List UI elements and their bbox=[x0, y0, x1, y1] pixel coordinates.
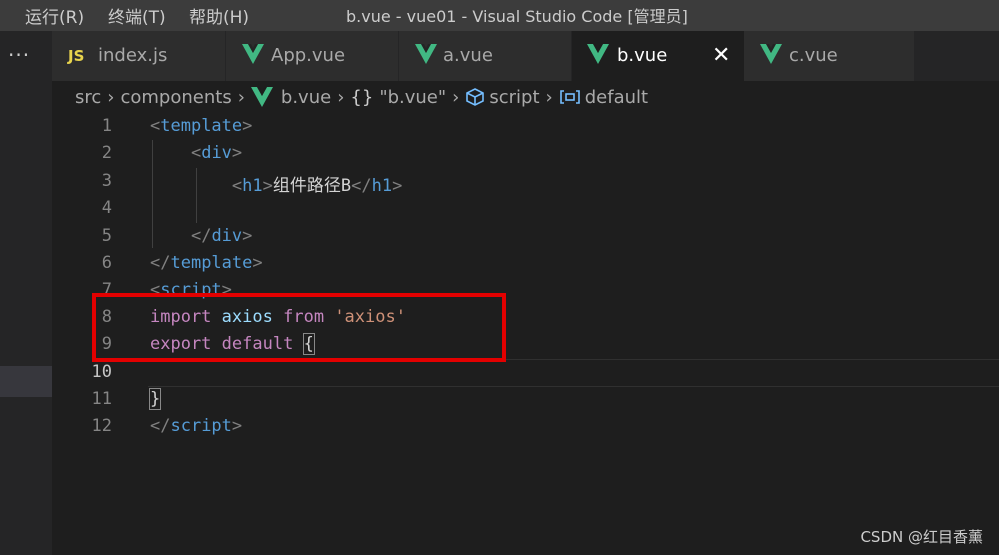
code-line[interactable]: 3 <h1>组件路径B</h1> bbox=[52, 168, 999, 196]
line-number: 5 bbox=[101, 226, 112, 246]
tab-label: a.vue bbox=[443, 45, 493, 66]
vue-file-icon bbox=[250, 87, 273, 107]
code-line[interactable]: 2 <div> bbox=[52, 140, 999, 167]
line-number: 2 bbox=[101, 143, 112, 163]
activity-selected-item[interactable] bbox=[0, 366, 52, 397]
code-text: } bbox=[148, 388, 162, 410]
tab-label: b.vue bbox=[617, 45, 668, 66]
code-line[interactable]: 1 <template> bbox=[52, 113, 999, 140]
activity-bar: ··· bbox=[0, 31, 52, 555]
tab-b-vue[interactable]: b.vue ✕ bbox=[572, 31, 744, 81]
vue-file-icon bbox=[587, 44, 609, 64]
code-text: <div> bbox=[190, 143, 243, 163]
javascript-file-icon: JS bbox=[68, 47, 85, 65]
object-braces-icon: {} bbox=[350, 86, 374, 108]
breadcrumb-src[interactable]: src bbox=[75, 87, 101, 108]
menu-run[interactable]: 运行(R) bbox=[25, 3, 84, 28]
editor-tabs: JS index.js App.vue a.vue b.vue ✕ c.vue bbox=[52, 31, 999, 81]
line-number: 11 bbox=[91, 389, 112, 409]
breadcrumb-default[interactable]: default bbox=[585, 87, 648, 108]
more-actions-icon[interactable]: ··· bbox=[8, 43, 30, 67]
watermark: CSDN @红目香薰 bbox=[860, 528, 983, 546]
breadcrumb-object[interactable]: "b.vue" bbox=[379, 87, 446, 108]
breadcrumb-separator: › bbox=[107, 86, 115, 108]
breadcrumb-script[interactable]: script bbox=[489, 87, 539, 108]
tab-label: App.vue bbox=[271, 45, 346, 66]
variable-icon bbox=[559, 90, 580, 104]
line-number: 10 bbox=[91, 362, 112, 382]
tab-c-vue[interactable]: c.vue bbox=[744, 31, 914, 81]
code-text: </script> bbox=[150, 416, 243, 436]
line-number: 6 bbox=[101, 253, 112, 273]
code-text: <h1>组件路径B</h1> bbox=[231, 176, 403, 196]
cube-icon bbox=[466, 88, 485, 106]
breadcrumb-separator: › bbox=[337, 86, 345, 108]
line-number: 1 bbox=[101, 116, 112, 136]
code-text: <template> bbox=[150, 116, 253, 136]
title-bar: ) 运行(R) 终端(T) 帮助(H) b.vue - vue01 - Visu… bbox=[0, 0, 999, 31]
breadcrumb-components[interactable]: components bbox=[120, 87, 231, 108]
code-line[interactable]: 12 </script> bbox=[52, 413, 999, 440]
tab-a-vue[interactable]: a.vue bbox=[399, 31, 571, 81]
close-tab-icon[interactable]: ✕ bbox=[712, 43, 730, 68]
tab-app-vue[interactable]: App.vue bbox=[226, 31, 398, 81]
breadcrumb-separator: › bbox=[237, 86, 245, 108]
code-line[interactable]: 6 </template> bbox=[52, 250, 999, 277]
breadcrumb-separator: › bbox=[452, 86, 460, 108]
line-number: 12 bbox=[91, 416, 112, 436]
breadcrumb-file[interactable]: b.vue bbox=[281, 87, 331, 108]
line-number: 4 bbox=[101, 198, 112, 218]
vue-file-icon bbox=[760, 44, 782, 64]
menu-terminal[interactable]: 终端(T) bbox=[108, 3, 166, 28]
window-title: b.vue - vue01 - Visual Studio Code [管理员] bbox=[346, 7, 688, 26]
tab-label: index.js bbox=[98, 45, 168, 66]
breadcrumb: src › components › b.vue ›{} "b.vue" › script ›… bbox=[75, 86, 648, 110]
vue-file-icon bbox=[415, 44, 437, 64]
line-number: 3 bbox=[101, 171, 112, 191]
code-line[interactable]: 5 </div> bbox=[52, 223, 999, 250]
tab-label: c.vue bbox=[789, 45, 838, 66]
code-text: </div> bbox=[190, 226, 253, 246]
vue-file-icon bbox=[242, 44, 264, 64]
menu-help[interactable]: 帮助(H) bbox=[189, 3, 249, 28]
code-line[interactable]: 4 bbox=[52, 195, 999, 222]
code-line[interactable]: 11 } bbox=[52, 386, 999, 413]
code-line-current[interactable]: 10 bbox=[52, 359, 999, 386]
code-text: </template> bbox=[150, 253, 263, 273]
breadcrumb-separator: › bbox=[545, 86, 553, 108]
annotation-highlight-box bbox=[92, 293, 506, 362]
tab-index-js[interactable]: JS index.js bbox=[52, 31, 225, 81]
